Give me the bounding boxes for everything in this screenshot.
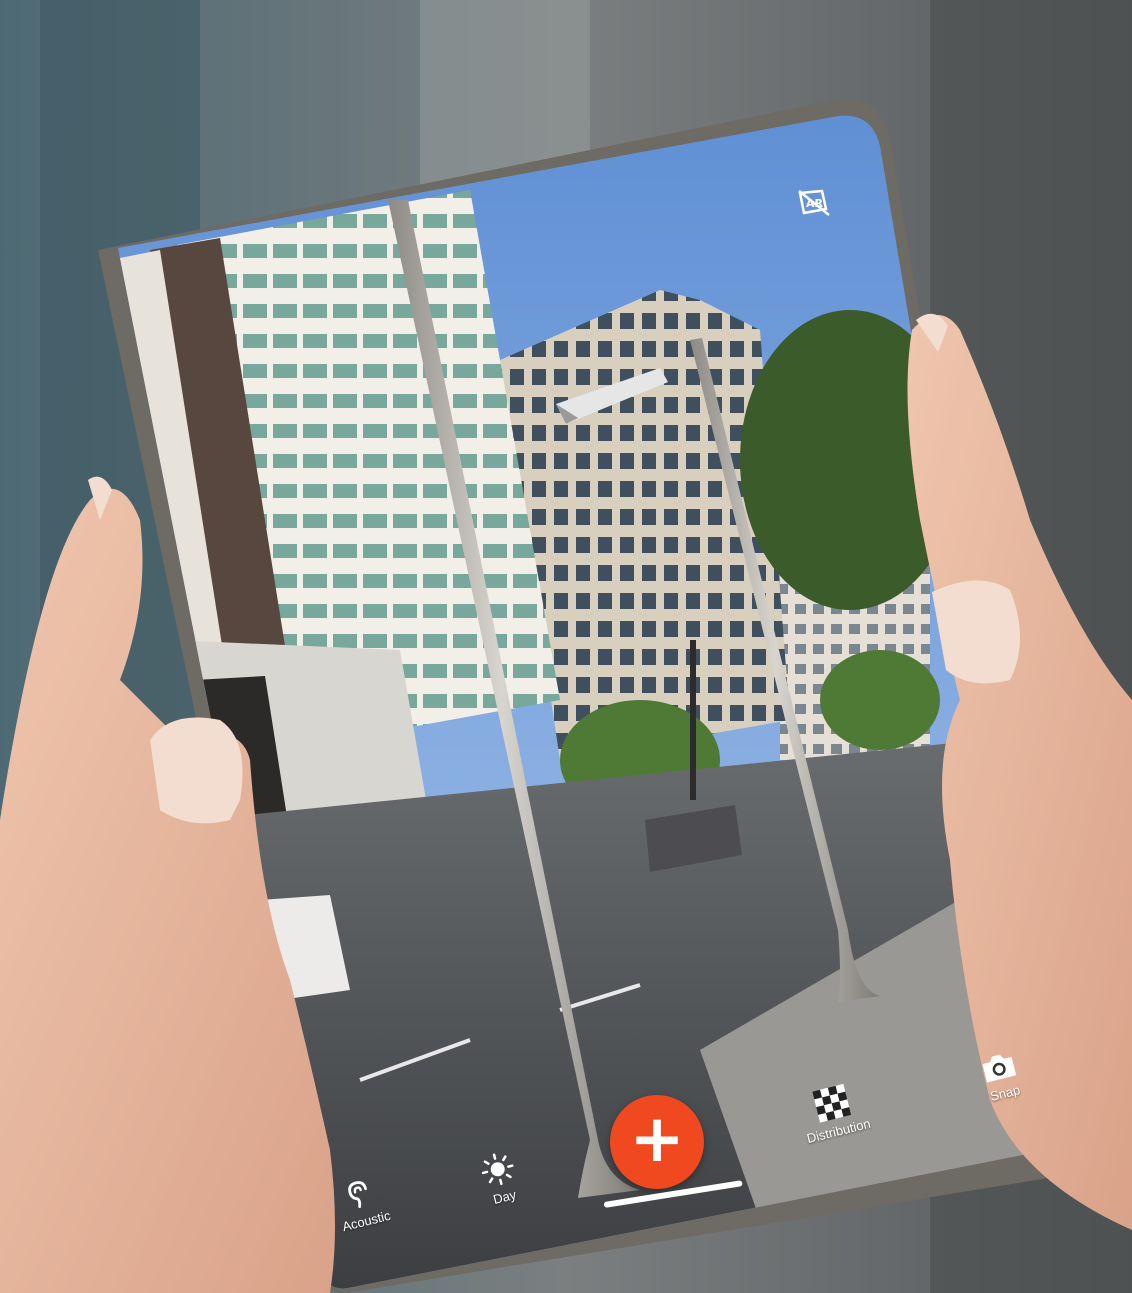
checkerboard-icon <box>812 1083 852 1123</box>
add-button[interactable]: + <box>610 1095 704 1189</box>
ar-scene-photo <box>0 0 1132 1293</box>
ar-viewer-scene: AR Acoustic Day + <box>0 0 1132 1293</box>
ar-off-icon[interactable]: AR <box>796 187 834 221</box>
ear-icon <box>348 1181 367 1209</box>
sun-icon <box>481 1153 514 1186</box>
plus-icon: + <box>629 1100 685 1177</box>
